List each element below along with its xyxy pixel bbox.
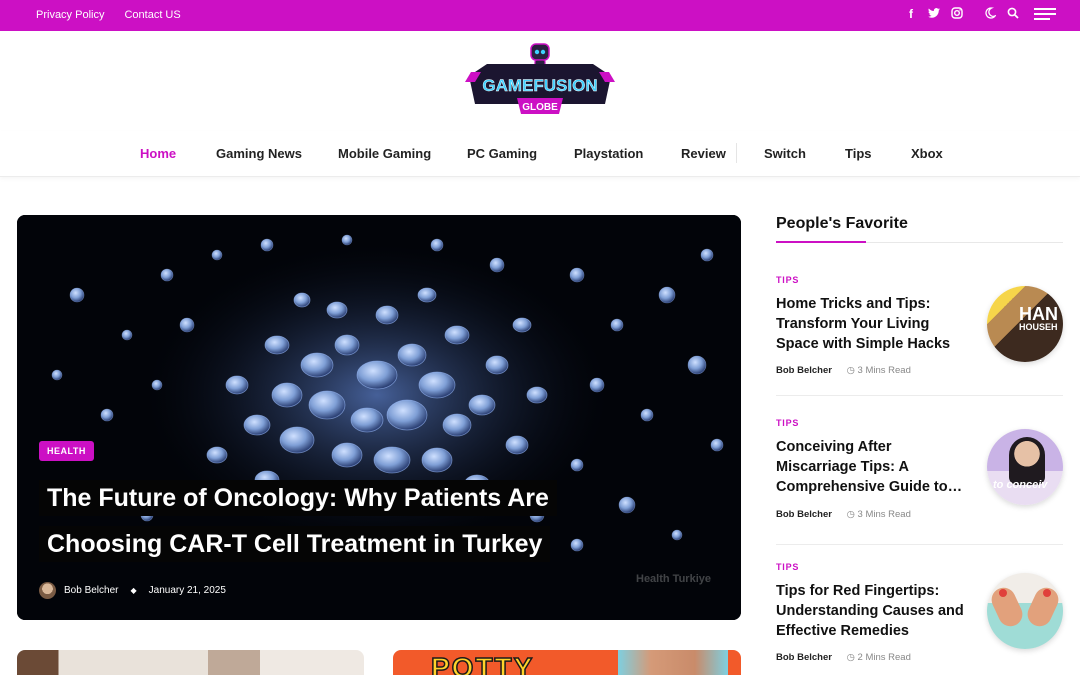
top-bar: Privacy Policy Contact US f [0, 0, 1080, 31]
read-time: ◷ 2 Mins Read [846, 652, 911, 663]
post-title[interactable]: Home Tricks and Tips: Transform Your Liv… [776, 294, 971, 354]
category-badge[interactable]: HEALTH [39, 441, 94, 461]
thumb-person [1009, 437, 1045, 485]
post-author[interactable]: Bob Belcher [776, 652, 832, 663]
sidebar-heading: People's Favorite [776, 215, 1063, 243]
clock-icon: ◷ [846, 652, 858, 663]
search-icon[interactable] [1007, 7, 1019, 22]
post-meta: Bob Belcher ◷ 3 Mins Read [776, 365, 911, 376]
post-date: January 21, 2025 [148, 585, 226, 596]
read-time: ◷ 3 Mins Read [846, 509, 911, 520]
instagram-icon[interactable] [951, 6, 963, 22]
nav-gaming-news[interactable]: Gaming News [216, 146, 302, 161]
post-meta: Bob Belcher ◷ 2 Mins Read [776, 652, 911, 663]
author-avatar [39, 582, 56, 599]
twitter-icon[interactable] [928, 7, 940, 21]
post-author[interactable]: Bob Belcher [776, 509, 832, 520]
thumb-dot [999, 589, 1007, 597]
thumb-text: to conceiv [993, 479, 1048, 491]
post-category[interactable]: TIPS [776, 418, 1063, 428]
post-divider [776, 544, 1063, 545]
nav-divider [736, 143, 737, 163]
post-author[interactable]: Bob Belcher [776, 365, 832, 376]
hero-article[interactable]: HEALTH The Future of Oncology: Why Patie… [17, 215, 741, 620]
facebook-icon[interactable]: f [905, 7, 917, 21]
card-image-photo [618, 650, 728, 675]
sidebar: People's Favorite TIPS Home Tricks and T… [776, 215, 1063, 663]
nav-playstation[interactable]: Playstation [574, 146, 643, 161]
top-links: Privacy Policy Contact US [36, 9, 181, 21]
post-title[interactable]: Conceiving After Miscarriage Tips: A Com… [776, 437, 971, 497]
read-time: ◷ 3 Mins Read [846, 365, 911, 376]
menu-icon[interactable] [1034, 6, 1056, 22]
article-card-image[interactable] [17, 650, 364, 675]
clock-icon: ◷ [846, 365, 858, 376]
post-divider [776, 395, 1063, 396]
logo-text: GAMEFUSION [482, 76, 597, 95]
top-icons: f [905, 6, 1056, 22]
hero-meta: Bob Belcher ◆ January 21, 2025 [39, 582, 226, 599]
contact-us-link[interactable]: Contact US [124, 9, 180, 21]
privacy-policy-link[interactable]: Privacy Policy [36, 9, 104, 21]
post-thumbnail[interactable] [987, 573, 1063, 649]
clock-icon: ◷ [846, 509, 858, 520]
post-thumbnail[interactable]: HAN HOUSEH [987, 286, 1063, 362]
nav-mobile-gaming[interactable]: Mobile Gaming [338, 146, 431, 161]
nav-switch[interactable]: Switch [764, 146, 806, 161]
nav-tips[interactable]: Tips [845, 146, 872, 161]
card-image-text: POTTY [430, 651, 535, 675]
site-logo[interactable]: GAMEFUSION GLOBE [465, 42, 615, 118]
article-card-image[interactable]: POTTY [393, 650, 741, 675]
sidebar-post[interactable]: TIPS Tips for Red Fingertips: Understand… [776, 562, 1063, 663]
image-watermark: Health Turkiye [636, 573, 711, 585]
post-category[interactable]: TIPS [776, 562, 1063, 572]
thumb-dot [1043, 589, 1051, 597]
sidebar-post[interactable]: TIPS Home Tricks and Tips: Transform You… [776, 275, 1063, 396]
sidebar-post[interactable]: TIPS Conceiving After Miscarriage Tips: … [776, 418, 1063, 545]
author-name[interactable]: Bob Belcher [64, 585, 118, 596]
post-title[interactable]: Tips for Red Fingertips: Understanding C… [776, 581, 971, 641]
meta-dot-icon: ◆ [130, 586, 137, 595]
main-nav: Home Gaming News Mobile Gaming PC Gaming… [0, 131, 1080, 177]
thumb-text: HAN [1019, 304, 1058, 324]
logo-subtext: GLOBE [522, 102, 558, 113]
moon-icon[interactable] [984, 6, 998, 22]
post-meta: Bob Belcher ◷ 3 Mins Read [776, 509, 911, 520]
post-category[interactable]: TIPS [776, 275, 1063, 285]
nav-pc-gaming[interactable]: PC Gaming [467, 146, 537, 161]
thumb-subtext: HOUSEH [1019, 322, 1058, 332]
nav-home[interactable]: Home [140, 146, 176, 161]
nav-xbox[interactable]: Xbox [911, 146, 943, 161]
hero-title[interactable]: The Future of Oncology: Why Patients Are… [39, 475, 639, 567]
nav-review[interactable]: Review [681, 146, 726, 161]
post-thumbnail[interactable]: to conceiv [987, 429, 1063, 505]
